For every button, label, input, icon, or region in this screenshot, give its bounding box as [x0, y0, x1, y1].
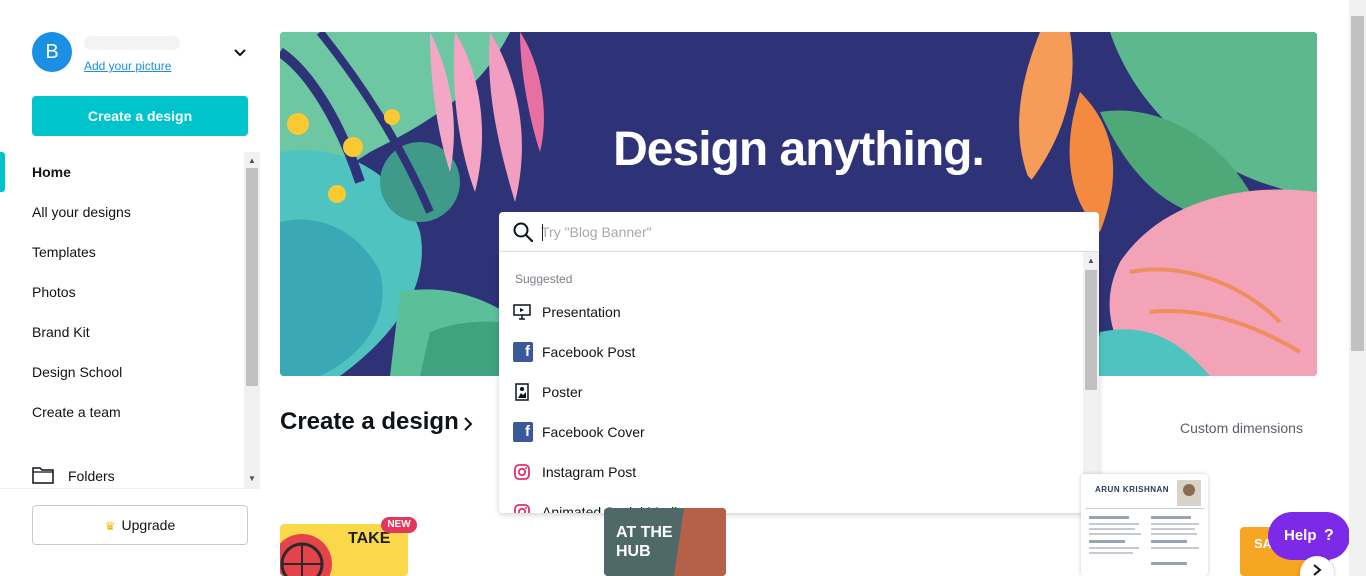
suggestions-heading: Suggested	[515, 272, 573, 286]
sidebar-item-all-designs[interactable]: All your designs	[32, 192, 131, 232]
search-box[interactable]	[499, 212, 1099, 252]
create-design-button[interactable]: Create a design	[32, 96, 248, 136]
search-icon	[513, 222, 533, 242]
folder-icon	[32, 467, 54, 484]
sidebar-item-templates[interactable]: Templates	[32, 232, 96, 272]
sidebar-item-brand-kit[interactable]: Brand Kit	[32, 312, 90, 352]
help-question-icon: ?	[1324, 527, 1334, 544]
suggestion-label: Facebook Cover	[542, 424, 645, 440]
suggestion-label: Facebook Post	[542, 344, 636, 360]
card-2-text-line1: AT THE	[616, 524, 673, 541]
new-badge: NEW	[381, 517, 417, 533]
dropdown-scroll-thumb[interactable]	[1085, 270, 1097, 390]
sidebar-item-photos[interactable]: Photos	[32, 272, 76, 312]
suggestion-label: Presentation	[542, 304, 621, 320]
upgrade-button[interactable]: ♛ Upgrade	[32, 505, 248, 545]
page-scroll-thumb[interactable]	[1351, 16, 1364, 351]
crown-icon: ♛	[104, 519, 116, 533]
sidebar-item-folders[interactable]: Folders	[68, 456, 115, 488]
sidebar-nav: Home All your designs Templates Photos B…	[0, 152, 244, 488]
facebook-icon: f	[513, 422, 533, 442]
sidebar-item-home[interactable]: Home	[32, 152, 71, 192]
page-scrollbar[interactable]	[1349, 0, 1366, 576]
sidebar-item-design-school[interactable]: Design School	[32, 352, 122, 392]
chevron-right-icon	[1313, 564, 1322, 576]
suggestion-label: Poster	[542, 384, 583, 400]
avatar[interactable]: B	[32, 32, 72, 72]
search-input[interactable]	[541, 220, 1081, 244]
sidebar: B Add your picture Create a design Home …	[0, 0, 260, 576]
instagram-icon	[514, 464, 530, 480]
design-card-resume[interactable]: ARUN KRISHNAN	[1081, 474, 1208, 576]
scroll-down-arrow[interactable]: ▼	[248, 474, 256, 483]
profile-name-placeholder	[84, 36, 180, 50]
section-title-create-design[interactable]: Create a design	[280, 408, 459, 436]
suggestion-facebook-post[interactable]: f Facebook Post	[499, 332, 1083, 372]
carousel-next-button[interactable]	[1300, 556, 1334, 576]
card-1-text: TAKE	[348, 530, 391, 547]
facebook-icon: f	[513, 342, 533, 362]
sidebar-footer: ♛ Upgrade	[0, 488, 260, 576]
sidebar-scrollbar[interactable]: ▲ ▼	[244, 152, 260, 488]
card-2-art	[604, 508, 726, 576]
resume-name: ARUN KRISHNAN	[1095, 485, 1170, 494]
scroll-up-arrow[interactable]: ▲	[248, 156, 256, 165]
chevron-right-icon[interactable]	[462, 416, 474, 432]
help-label: Help	[1284, 527, 1317, 544]
add-picture-link[interactable]: Add your picture	[84, 59, 171, 73]
design-card-2[interactable]: AT THE HUB	[604, 508, 726, 576]
text-caret	[542, 224, 543, 241]
sidebar-scroll-thumb[interactable]	[246, 168, 258, 386]
profile[interactable]: B Add your picture	[32, 32, 252, 76]
scroll-up-arrow[interactable]: ▲	[1087, 256, 1095, 265]
suggestion-instagram-post[interactable]: Instagram Post	[499, 452, 1083, 492]
upgrade-label: Upgrade	[121, 517, 176, 533]
chevron-down-icon[interactable]	[232, 44, 248, 60]
suggestion-animated-social-media[interactable]: Animated Social Media	[499, 492, 1083, 513]
active-indicator	[0, 152, 5, 192]
help-button[interactable]: Help ?	[1268, 512, 1350, 560]
suggestion-label: Instagram Post	[542, 464, 637, 480]
search-suggestions-dropdown: Suggested Presentation f Facebook Post P…	[499, 252, 1099, 513]
card-2-text-line2: HUB	[616, 543, 651, 560]
poster-icon	[515, 383, 529, 401]
hero-title: Design anything.	[613, 123, 985, 176]
instagram-icon	[514, 504, 530, 513]
suggestion-facebook-cover[interactable]: f Facebook Cover	[499, 412, 1083, 452]
sidebar-item-create-team[interactable]: Create a team	[32, 392, 121, 432]
suggestion-presentation[interactable]: Presentation	[499, 292, 1083, 332]
custom-dimensions-link[interactable]: Custom dimensions	[1180, 420, 1303, 436]
suggestion-poster[interactable]: Poster	[499, 372, 1083, 412]
canva-home: B Add your picture Create a design Home …	[0, 0, 1366, 576]
presentation-icon	[513, 304, 531, 320]
